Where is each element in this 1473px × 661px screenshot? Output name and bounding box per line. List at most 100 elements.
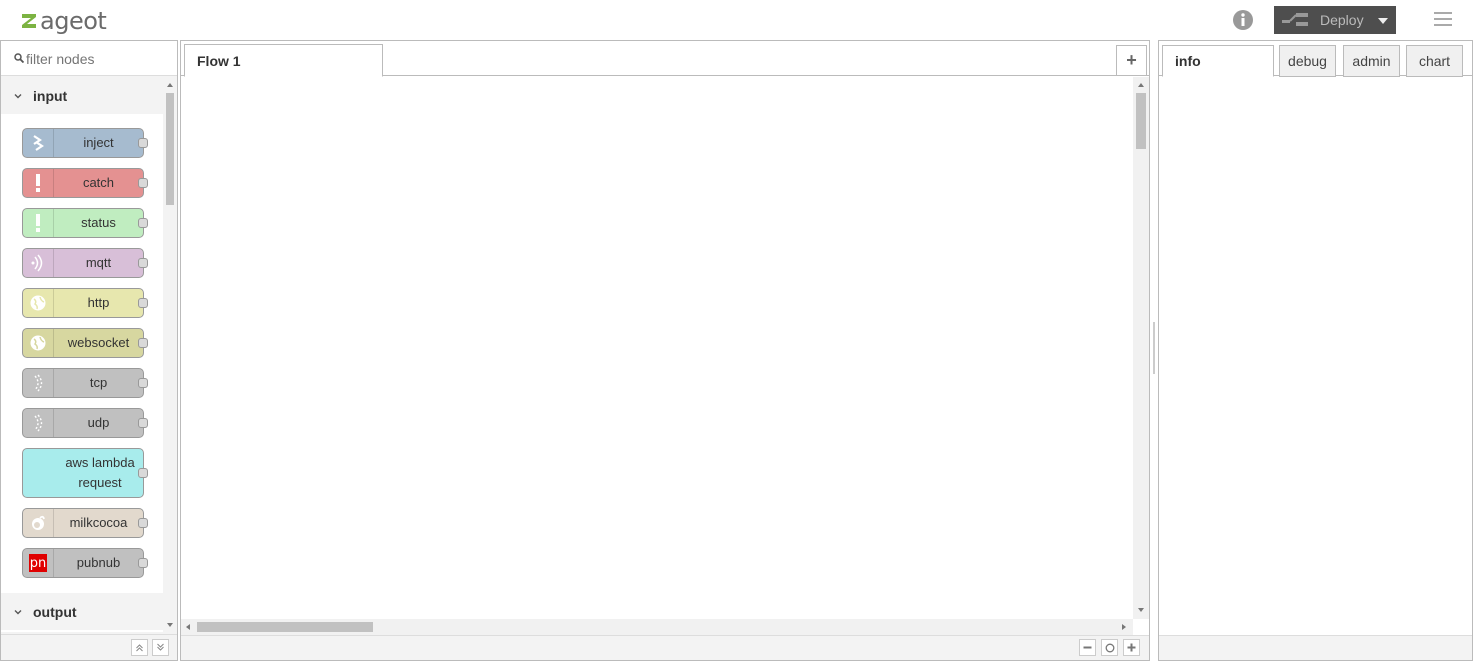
tab-chart[interactable]: chart xyxy=(1406,45,1463,77)
scrollbar-thumb[interactable] xyxy=(197,622,373,632)
output-port[interactable] xyxy=(138,298,148,308)
palette-node-inject[interactable]: inject xyxy=(22,128,148,158)
palette-node-http[interactable]: http xyxy=(22,288,148,318)
hamburger-menu-icon[interactable] xyxy=(1434,12,1452,28)
scrollbar-thumb[interactable] xyxy=(166,93,174,205)
node-palette: input inject catch status xyxy=(0,40,178,661)
workspace-tabs: Flow 1 + xyxy=(181,41,1149,77)
caret-down-icon[interactable] xyxy=(1378,18,1388,24)
flow-workspace: Flow 1 + xyxy=(180,40,1150,661)
output-port[interactable] xyxy=(138,558,148,568)
node-label: mqtt xyxy=(85,255,112,270)
node-label: milkcocoa xyxy=(69,515,128,530)
category-header-input[interactable]: input xyxy=(1,77,163,114)
palette-node-milkcocoa[interactable]: milkcocoa xyxy=(22,508,148,538)
zoom-in-button[interactable] xyxy=(1123,639,1140,656)
bridge-dash-icon xyxy=(23,409,54,437)
node-label: inject xyxy=(83,135,114,150)
output-port[interactable] xyxy=(138,258,148,268)
category-header-output[interactable]: output xyxy=(1,593,163,630)
node-label: pubnub xyxy=(76,555,121,570)
double-chevron-up-icon xyxy=(136,644,143,652)
palette-node-aws-lambda-request[interactable]: aws lambda request xyxy=(22,448,148,498)
palette-scrollbar[interactable] xyxy=(163,77,177,632)
sidebar-splitter[interactable] xyxy=(1150,40,1158,661)
scroll-right-icon[interactable] xyxy=(1122,624,1126,630)
svg-text:pn: pn xyxy=(30,556,47,571)
deploy-label: Deploy xyxy=(1320,12,1364,28)
flow-canvas[interactable] xyxy=(181,77,1133,619)
palette-node-status[interactable]: status xyxy=(22,208,148,238)
bridge-dash-icon xyxy=(23,369,54,397)
sidebar-content xyxy=(1159,77,1472,634)
minus-icon xyxy=(1083,646,1092,649)
node-label: udp xyxy=(87,415,110,430)
output-port[interactable] xyxy=(138,468,148,478)
scroll-up-icon[interactable] xyxy=(1138,83,1144,87)
node-label: websocket xyxy=(67,335,130,350)
scroll-down-icon[interactable] xyxy=(167,623,173,627)
category-label: input xyxy=(33,87,68,104)
tab-flow-1[interactable]: Flow 1 xyxy=(184,44,383,77)
category-label: output xyxy=(33,603,77,620)
add-flow-button[interactable]: + xyxy=(1116,45,1147,76)
sidebar-panel: info debug admin chart xyxy=(1158,40,1473,661)
palette-node-udp[interactable]: udp xyxy=(22,408,148,438)
pubnub-icon: pn xyxy=(23,549,54,577)
chevron-down-icon xyxy=(14,609,22,614)
scrollbar-thumb[interactable] xyxy=(1136,93,1146,149)
inject-arrow-icon xyxy=(23,129,54,157)
logo-text: ageot xyxy=(40,7,107,35)
output-port[interactable] xyxy=(138,418,148,428)
node-label: status xyxy=(81,215,116,230)
node-label: aws lambda request xyxy=(65,455,135,490)
palette-node-websocket[interactable]: websocket xyxy=(22,328,148,358)
output-port[interactable] xyxy=(138,378,148,388)
milkcocoa-icon xyxy=(23,509,54,537)
tab-admin[interactable]: admin xyxy=(1343,45,1400,77)
canvas-horizontal-scrollbar[interactable] xyxy=(181,619,1133,635)
palette-list: input inject catch status mqtt http webs… xyxy=(1,77,177,632)
node-label: http xyxy=(87,295,110,310)
node-label: catch xyxy=(82,175,115,190)
zoom-out-button[interactable] xyxy=(1079,639,1096,656)
output-port[interactable] xyxy=(138,518,148,528)
output-port[interactable] xyxy=(138,338,148,348)
palette-node-pubnub[interactable]: pn pubnub xyxy=(22,548,148,578)
zoom-reset-button[interactable] xyxy=(1101,639,1118,656)
alert-icon xyxy=(23,209,54,237)
palette-search xyxy=(1,41,177,76)
circle-icon xyxy=(1105,643,1114,652)
search-icon xyxy=(14,53,24,63)
tab-info[interactable]: info xyxy=(1162,45,1274,77)
output-port[interactable] xyxy=(138,138,148,148)
header-bar: ageot Deploy xyxy=(0,0,1473,40)
double-chevron-down-icon xyxy=(157,643,164,651)
output-port[interactable] xyxy=(138,218,148,228)
splitter-grip[interactable] xyxy=(1153,322,1155,374)
collapse-all-button[interactable] xyxy=(131,639,148,656)
ageot-logo-icon xyxy=(22,14,36,28)
output-port[interactable] xyxy=(138,178,148,188)
tab-debug[interactable]: debug xyxy=(1279,45,1336,77)
info-icon[interactable] xyxy=(1232,9,1254,31)
app-logo: ageot xyxy=(20,7,107,35)
deploy-button[interactable]: Deploy xyxy=(1274,6,1396,34)
white-globe-icon xyxy=(23,289,54,317)
plus-icon xyxy=(1127,643,1136,652)
scroll-down-icon[interactable] xyxy=(1138,608,1144,612)
canvas-vertical-scrollbar[interactable] xyxy=(1133,77,1149,619)
scroll-left-icon[interactable] xyxy=(186,624,190,630)
scroll-up-icon[interactable] xyxy=(167,83,173,87)
alert-icon xyxy=(23,169,54,197)
palette-footer xyxy=(1,634,177,660)
white-globe-icon xyxy=(23,329,54,357)
palette-node-catch[interactable]: catch xyxy=(22,168,148,198)
expand-all-button[interactable] xyxy=(152,639,169,656)
filter-nodes-input[interactable] xyxy=(26,49,166,69)
sidebar-footer xyxy=(1159,635,1472,660)
palette-node-tcp[interactable]: tcp xyxy=(22,368,148,398)
workspace-footer xyxy=(181,635,1149,660)
palette-node-mqtt[interactable]: mqtt xyxy=(22,248,148,278)
bridge-icon xyxy=(23,249,54,277)
